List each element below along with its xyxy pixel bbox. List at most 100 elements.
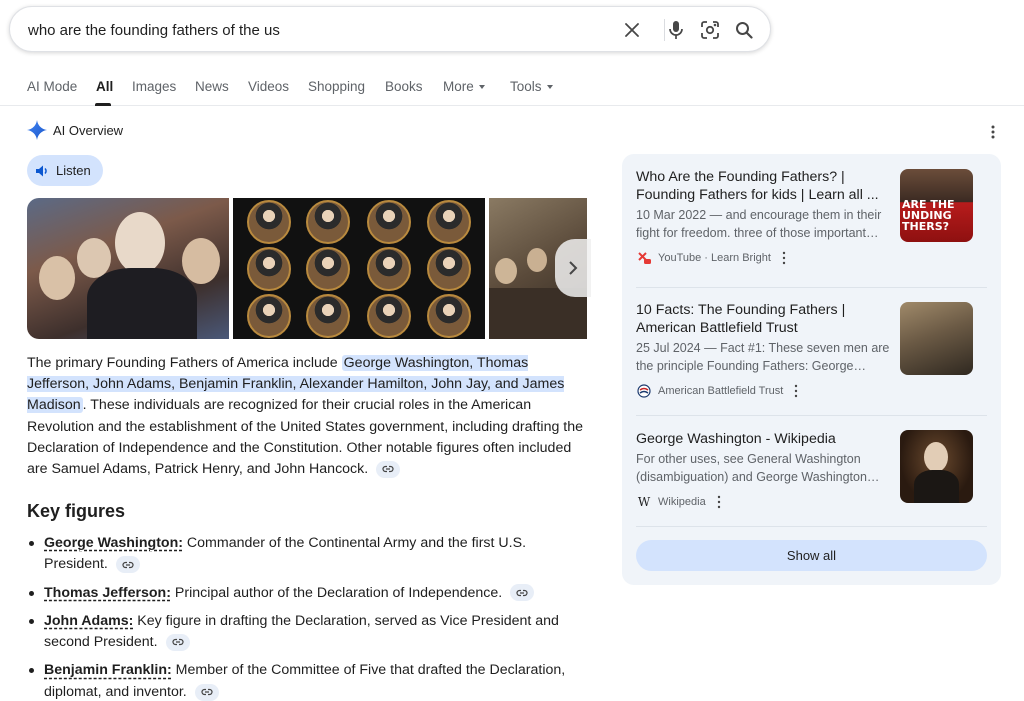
ai-overview-summary: The primary Founding Fathers of America … [27,353,589,480]
source-snippet: For other uses, see General Washington (… [636,452,880,484]
founding-fathers-portraits-grid-image[interactable] [233,198,485,339]
listen-button[interactable]: Listen [27,155,103,186]
tab-books[interactable]: Books [385,79,423,94]
portrait-medallion [427,247,471,291]
link-icon [171,639,184,646]
key-figure-desc: Principal author of the Declaration of I… [170,584,503,601]
key-figure-name[interactable]: George Washington: [44,535,183,551]
divider [636,287,987,288]
search-icon[interactable] [732,18,756,42]
portrait-face [924,442,948,472]
citation-link-button[interactable] [376,460,401,478]
portrait-face [77,238,111,278]
search-bar [9,6,771,52]
portrait-face [495,258,517,284]
link-icon [122,561,134,568]
chevron-right-icon [569,261,578,275]
list-item: George Washington: Commander of the Cont… [27,533,589,576]
portrait-face [182,238,220,284]
tab-tools[interactable]: Tools [510,79,553,94]
portrait-face [115,212,165,274]
tab-all[interactable]: All [96,79,113,94]
listen-label: Listen [56,163,91,178]
portrait-medallion [247,247,291,291]
portrait-medallion [306,294,350,338]
source-title[interactable]: Who Are the Founding Fathers? | Founding… [636,168,894,204]
portrait-medallion [367,200,411,244]
source-title[interactable]: George Washington - Wikipedia [636,430,894,448]
key-figure-name[interactable]: Thomas Jefferson: [44,585,171,601]
key-figures-list: George Washington: Commander of the Cont… [27,533,589,701]
tab-shopping[interactable]: Shopping [308,79,365,94]
source-thumbnail-image[interactable] [900,302,973,375]
link-icon [382,466,394,473]
thumbnail-caption: ARE THE UNDING THERS? [902,198,955,233]
key-figures-heading: Key figures [27,501,126,521]
tab-images[interactable]: Images [132,79,176,94]
list-item: John Adams: Key figure in drafting the D… [27,611,589,654]
carousel-next-button[interactable] [555,239,591,297]
link-icon [201,688,213,696]
source-meta: YouTube · Learn Bright [636,250,987,266]
portrait-face [527,248,547,272]
search-input[interactable] [28,19,588,41]
portrait-face [39,256,75,300]
list-item: Thomas Jefferson: Principal author of th… [27,583,589,604]
source-site: Wikipedia [658,496,706,508]
portrait-coat [914,470,959,503]
source-site: American Battlefield Trust [658,385,784,397]
youtube-favicon-icon [636,250,652,266]
chevron-down-icon [478,85,485,90]
portrait-medallion [247,294,291,338]
link-icon [516,589,528,596]
summary-text: . These individuals are recognized for t… [27,397,584,478]
source-thumbnail-image[interactable]: ARE THE UNDING THERS? [900,169,973,242]
divider [636,415,987,416]
source-snippet: 25 Jul 2024 — Fact #1: These seven men a… [636,341,890,373]
more-options-icon[interactable] [793,384,799,398]
more-options-icon[interactable] [781,251,787,265]
tab-tools-label: Tools [510,79,542,94]
sparkle-icon [27,120,47,140]
show-all-button[interactable]: Show all [636,540,987,571]
ai-overview-title: AI Overview [53,122,124,138]
more-options-icon[interactable] [716,495,722,509]
lens-icon[interactable] [698,18,722,42]
portrait-medallion [306,200,350,244]
ai-overview-header: AI Overview [27,119,123,141]
portrait-coat [87,268,197,339]
tab-ai-mode[interactable]: AI Mode [27,79,77,94]
sources-panel: Who Are the Founding Fathers? | Founding… [622,154,1001,585]
more-options-icon[interactable] [986,124,1000,140]
citation-link-button[interactable] [115,556,140,574]
portrait-medallion [427,294,471,338]
chevron-down-icon [546,85,553,90]
key-figure-name[interactable]: Benjamin Franklin: [44,662,172,678]
source-thumbnail-image[interactable] [900,430,973,503]
speaker-icon [36,165,47,176]
battlefield-trust-favicon-icon [636,383,652,399]
portrait-medallion [367,294,411,338]
list-item: Benjamin Franklin: Member of the Committ… [27,660,589,701]
portrait-medallion [247,200,291,244]
tab-more-label: More [443,79,474,94]
tab-videos[interactable]: Videos [248,79,289,94]
source-meta: American Battlefield Trust [636,383,987,399]
close-icon[interactable] [620,18,644,42]
search-tabs: AI Mode All Images News Videos Shopping … [0,72,1024,106]
source-site: YouTube · Learn Bright [658,252,771,264]
tab-news[interactable]: News [195,79,229,94]
source-snippet: 10 Mar 2022 — and encourage them in thei… [636,208,882,240]
citation-link-button[interactable] [510,584,535,602]
microphone-icon[interactable] [664,18,688,42]
portrait-medallion [367,247,411,291]
portrait-medallion [427,200,471,244]
founding-fathers-painting-image[interactable] [27,198,229,339]
tab-more[interactable]: More [443,79,485,94]
source-title[interactable]: 10 Facts: The Founding Fathers | America… [636,301,894,337]
citation-link-button[interactable] [194,683,219,701]
citation-link-button[interactable] [165,633,190,651]
divider [636,526,987,527]
active-tab-indicator [95,103,111,106]
key-figure-name[interactable]: John Adams: [44,613,133,629]
